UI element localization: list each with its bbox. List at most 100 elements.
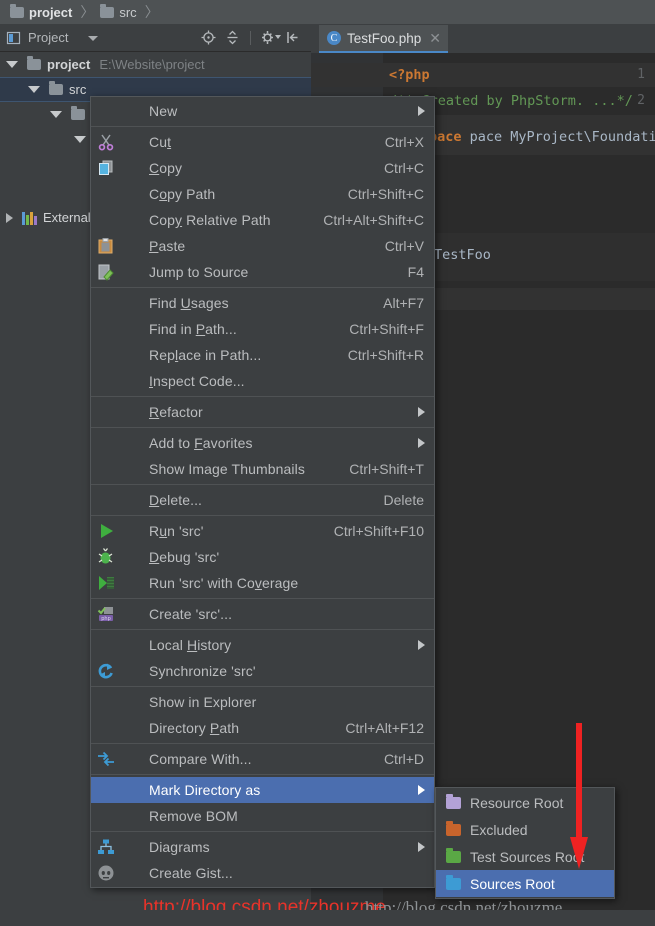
menu-item-label: Mark Directory as [149, 782, 261, 798]
menu-item-label: Delete... [149, 492, 203, 508]
menu-item-jump-to-source[interactable]: Jump to Source F4 [91, 259, 434, 285]
menu-separator [91, 515, 434, 516]
chevron-down-icon[interactable] [88, 36, 98, 41]
collapse-arrow-icon[interactable] [6, 212, 13, 223]
libraries-icon [22, 211, 37, 225]
menu-item-label: Paste [149, 238, 186, 254]
status-bar [0, 910, 655, 926]
menu-item-mark-directory-as[interactable]: Mark Directory as [91, 777, 434, 803]
menu-item-label: Add to Favorites [149, 435, 253, 451]
submenu-arrow-icon [418, 842, 425, 852]
menu-item-delete[interactable]: Delete... Delete [91, 487, 434, 513]
tree-node-label: src [69, 82, 87, 97]
breadcrumb-item-project[interactable]: project [10, 0, 72, 24]
project-tool-window-title[interactable]: Project [28, 30, 68, 45]
menu-item-synchronize-src[interactable]: Synchronize 'src' [91, 658, 434, 684]
menu-separator [91, 396, 434, 397]
breadcrumb-item-src[interactable]: src [100, 0, 137, 24]
hide-icon[interactable] [284, 29, 301, 46]
menu-item-create-gist[interactable]: Create Gist... [91, 860, 434, 886]
menu-item-copy-relative-path[interactable]: Copy Relative Path Ctrl+Alt+Shift+C [91, 207, 434, 233]
menu-item-copy[interactable]: Copy Ctrl+C [91, 155, 434, 181]
menu-item-label: Run 'src' with Coverage [149, 575, 299, 591]
menu-item-add-to-favorites[interactable]: Add to Favorites [91, 430, 434, 456]
expand-arrow-icon[interactable] [28, 86, 40, 93]
menu-item-label: Create Gist... [149, 865, 233, 881]
menu-separator [91, 686, 434, 687]
tree-node-path: E:\Website\project [99, 57, 205, 72]
editor-tab-label: TestFoo.php [347, 30, 422, 46]
menu-item-run-src[interactable]: Run 'src' Ctrl+Shift+F10 [91, 518, 434, 544]
submenu-item-label: Resource Root [470, 794, 564, 811]
menu-item-shortcut: Ctrl+Alt+F12 [345, 720, 424, 736]
menu-item-label: Refactor [149, 404, 203, 420]
menu-item-label: Create 'src'... [149, 606, 233, 622]
synchronize-icon [97, 662, 115, 680]
folder-icon [446, 793, 461, 809]
menu-item-find-usages[interactable]: Find Usages Alt+F7 [91, 290, 434, 316]
menu-item-shortcut: Alt+F7 [383, 295, 424, 311]
breadcrumb-separator-icon: 〉 [80, 4, 95, 20]
code-line-1: <?php [389, 67, 430, 83]
submenu-item-sources-root[interactable]: Sources Root [436, 870, 614, 897]
project-view-icon [6, 30, 22, 46]
tree-row-project[interactable]: project E:\Website\project [0, 52, 311, 77]
caret-line-highlight [311, 63, 655, 87]
submenu-arrow-icon [418, 438, 425, 448]
expand-arrow-icon[interactable] [74, 136, 86, 143]
menu-item-shortcut: Ctrl+Shift+C [347, 186, 424, 202]
close-icon[interactable]: ✕ [429, 30, 441, 47]
menu-item-diagrams[interactable]: Diagrams [91, 834, 434, 860]
menu-item-show-image-thumbnails[interactable]: Show Image Thumbnails Ctrl+Shift+T [91, 456, 434, 482]
menu-item-refactor[interactable]: Refactor [91, 399, 434, 425]
menu-item-shortcut: F4 [407, 264, 424, 280]
folder-icon [446, 820, 461, 836]
menu-item-label: Copy Path [149, 186, 216, 202]
submenu-item-label: Sources Root [470, 875, 555, 892]
menu-item-local-history[interactable]: Local History [91, 632, 434, 658]
menu-item-cut[interactable]: Cut Ctrl+X [91, 129, 434, 155]
menu-item-compare-with[interactable]: Compare With... Ctrl+D [91, 746, 434, 772]
menu-item-debug-src[interactable]: Debug 'src' [91, 544, 434, 570]
menu-item-inspect-code[interactable]: Inspect Code... [91, 368, 434, 394]
menu-item-label: Find in Path... [149, 321, 237, 337]
editor-tab-testfoo[interactable]: C TestFoo.php ✕ [319, 25, 449, 53]
expand-arrow-icon[interactable] [50, 111, 62, 118]
menu-item-shortcut: Ctrl+Shift+T [349, 461, 424, 477]
menu-item-create-src[interactable]: php Create 'src'... [91, 601, 434, 627]
annotation-arrow-icon [568, 723, 590, 871]
gear-icon[interactable] [260, 29, 281, 46]
menu-item-label: Copy Relative Path [149, 212, 271, 228]
folder-icon [446, 874, 461, 890]
breadcrumb-label: src [119, 4, 137, 20]
menu-item-shortcut: Ctrl+C [383, 160, 424, 176]
menu-item-show-in-explorer[interactable]: Show in Explorer [91, 689, 434, 715]
menu-item-label: Local History [149, 637, 232, 653]
menu-item-directory-path[interactable]: Directory Path Ctrl+Alt+F12 [91, 715, 434, 741]
menu-item-label: Run 'src' [149, 523, 204, 539]
collapse-all-icon[interactable] [224, 29, 241, 46]
project-tool-window-header: Project [0, 24, 311, 52]
menu-item-label: New [149, 103, 178, 119]
menu-item-copy-path[interactable]: Copy Path Ctrl+Shift+C [91, 181, 434, 207]
context-menu[interactable]: New Cut Ctrl+X Copy Ctrl+C Copy Path Ctrl+Shif… [90, 96, 435, 888]
menu-item-label: Compare With... [149, 751, 252, 767]
menu-item-find-in-path[interactable]: Find in Path... Ctrl+Shift+F [91, 316, 434, 342]
project-toolbar [200, 29, 301, 46]
expand-arrow-icon[interactable] [6, 61, 18, 68]
folder-icon [446, 847, 461, 863]
menu-item-remove-bom[interactable]: Remove BOM [91, 803, 434, 829]
menu-separator [91, 287, 434, 288]
menu-item-new[interactable]: New [91, 98, 434, 124]
submenu-arrow-icon [418, 407, 425, 417]
folder-icon [27, 56, 41, 70]
menu-item-shortcut: Delete [383, 492, 424, 508]
menu-item-label: Synchronize 'src' [149, 663, 256, 679]
scroll-from-source-icon[interactable] [200, 29, 217, 46]
run-icon [97, 522, 115, 540]
menu-item-run-src-with-coverage[interactable]: Run 'src' with Coverage [91, 570, 434, 596]
menu-item-label: Cut [149, 134, 172, 150]
menu-item-replace-in-path[interactable]: Replace in Path... Ctrl+Shift+R [91, 342, 434, 368]
menu-item-paste[interactable]: Paste Ctrl+V [91, 233, 434, 259]
php-create-icon: php [97, 605, 115, 623]
